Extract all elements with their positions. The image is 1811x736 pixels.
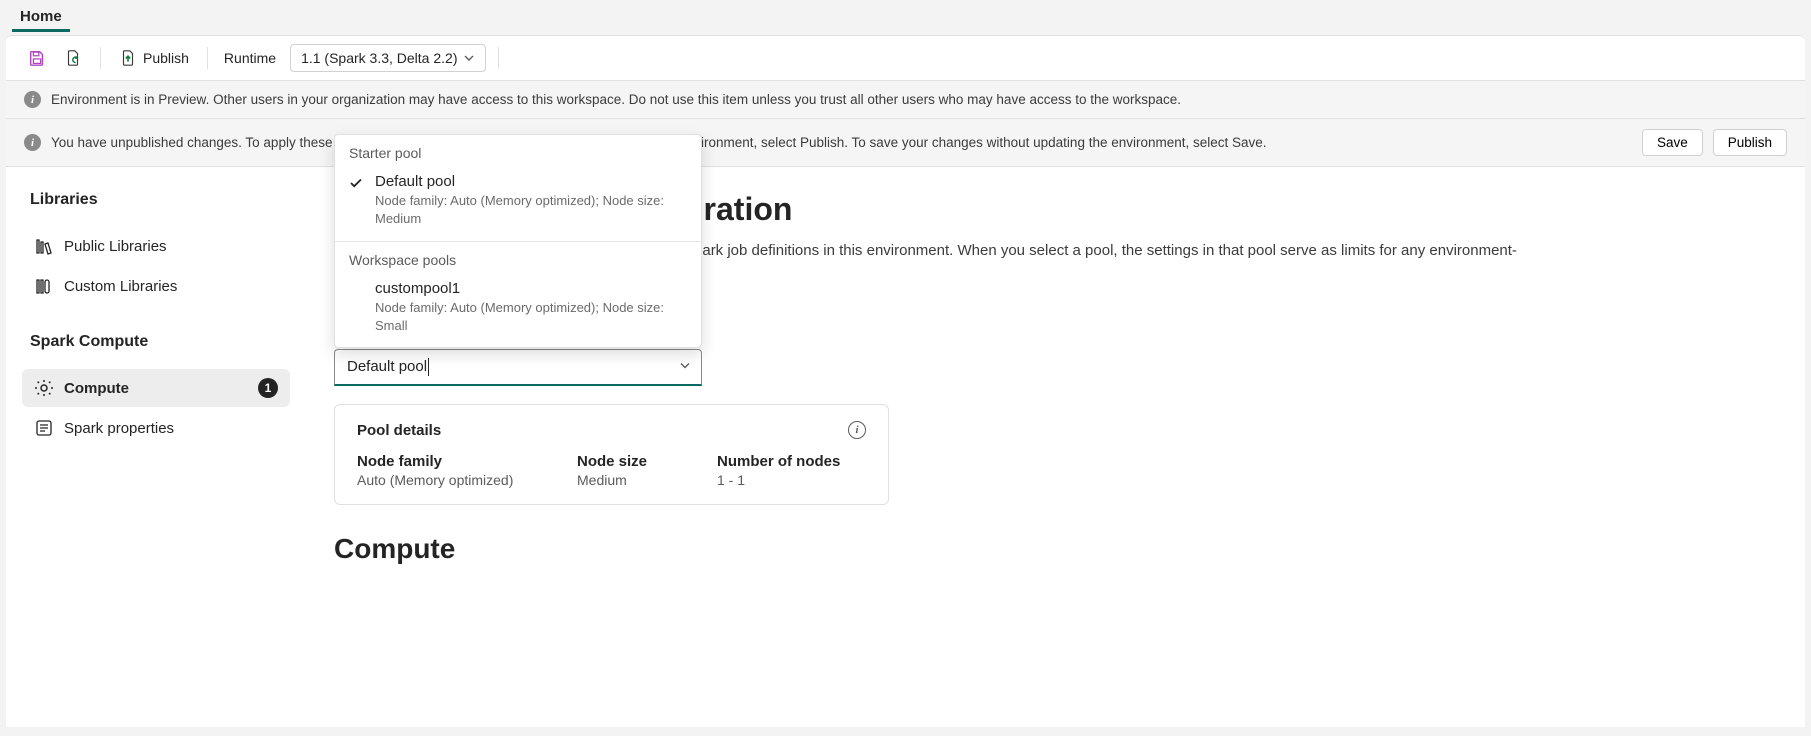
publish-label: Publish bbox=[143, 50, 189, 66]
pool-details-title: Pool details bbox=[357, 422, 848, 439]
dropdown-group-starter: Starter pool bbox=[335, 135, 701, 165]
node-size-value: Medium bbox=[577, 472, 677, 488]
dropdown-item-subtitle: Node family: Auto (Memory optimized); No… bbox=[375, 299, 687, 335]
pool-dropdown-list: Starter pool Default pool Node family: A… bbox=[334, 134, 702, 348]
toolbar-divider bbox=[498, 47, 499, 69]
runtime-value: 1.1 (Spark 3.3, Delta 2.2) bbox=[301, 50, 457, 66]
info-icon: i bbox=[24, 134, 41, 151]
banner-save-button[interactable]: Save bbox=[1642, 129, 1703, 156]
pool-select-wrap: Starter pool Default pool Node family: A… bbox=[334, 349, 702, 386]
unpublished-changes-banner: i You have unpublished changes. To apply… bbox=[6, 119, 1805, 167]
dropdown-group-workspace: Workspace pools bbox=[335, 242, 701, 272]
main: Libraries Public Libraries Custom Librar… bbox=[6, 167, 1805, 727]
toolbar-divider bbox=[100, 47, 101, 69]
window-tab-strip: Home bbox=[0, 0, 1811, 32]
node-size-label: Node size bbox=[577, 453, 677, 470]
preview-banner-text: Environment is in Preview. Other users i… bbox=[51, 92, 1787, 107]
public-libraries-icon bbox=[34, 236, 54, 256]
gear-icon bbox=[34, 378, 54, 398]
sidebar-item-label: Compute bbox=[64, 380, 129, 397]
pool-select-input[interactable]: Default pool bbox=[334, 349, 702, 386]
publish-arrow-icon bbox=[119, 49, 137, 67]
chevron-down-icon bbox=[463, 52, 475, 64]
save-floppy-icon bbox=[28, 49, 46, 67]
dropdown-item-custompool1[interactable]: custompool1 Node family: Auto (Memory op… bbox=[335, 272, 701, 347]
sidebar-item-spark-properties[interactable]: Spark properties bbox=[22, 409, 290, 447]
dropdown-item-default-pool[interactable]: Default pool Node family: Auto (Memory o… bbox=[335, 165, 701, 240]
num-nodes-value: 1 - 1 bbox=[717, 472, 847, 488]
node-family-label: Node family bbox=[357, 453, 537, 470]
sidebar-item-custom-libraries[interactable]: Custom Libraries bbox=[22, 267, 290, 305]
sidebar-item-compute[interactable]: Compute 1 bbox=[22, 369, 290, 407]
toolbar: Publish Runtime 1.1 (Spark 3.3, Delta 2.… bbox=[6, 35, 1805, 81]
runtime-dropdown[interactable]: 1.1 (Spark 3.3, Delta 2.2) bbox=[290, 44, 486, 72]
sidebar-item-label: Public Libraries bbox=[64, 238, 167, 255]
runtime-label: Runtime bbox=[220, 50, 280, 66]
sidebar-section-spark-compute: Spark Compute bbox=[30, 333, 290, 351]
dropdown-item-subtitle: Node family: Auto (Memory optimized); No… bbox=[375, 192, 687, 228]
compute-section-heading: Compute bbox=[334, 533, 1777, 565]
publish-button[interactable]: Publish bbox=[113, 45, 195, 71]
toolbar-divider bbox=[207, 47, 208, 69]
num-nodes-label: Number of nodes bbox=[717, 453, 847, 470]
node-family-value: Auto (Memory optimized) bbox=[357, 472, 537, 488]
info-icon[interactable]: i bbox=[848, 421, 866, 439]
custom-libraries-icon bbox=[34, 276, 54, 296]
content-pane: uration Spark job definitions in this en… bbox=[306, 167, 1805, 727]
unpublished-banner-text: You have unpublished changes. To apply t… bbox=[51, 135, 1632, 150]
discard-icon-button[interactable] bbox=[58, 45, 88, 71]
dropdown-item-title: Default pool bbox=[375, 173, 687, 190]
compute-changes-badge: 1 bbox=[258, 378, 278, 398]
sidebar-section-libraries: Libraries bbox=[30, 191, 290, 209]
save-icon-button[interactable] bbox=[22, 45, 52, 71]
chevron-down-icon bbox=[679, 359, 691, 376]
sidebar-item-label: Spark properties bbox=[64, 420, 174, 437]
preview-info-banner: i Environment is in Preview. Other users… bbox=[6, 81, 1805, 119]
info-icon: i bbox=[24, 91, 41, 108]
page-refresh-icon bbox=[64, 49, 82, 67]
pool-select-value: Default pool bbox=[347, 358, 429, 375]
sidebar-item-label: Custom Libraries bbox=[64, 278, 177, 295]
sidebar: Libraries Public Libraries Custom Librar… bbox=[6, 167, 306, 727]
sidebar-item-public-libraries[interactable]: Public Libraries bbox=[22, 227, 290, 265]
tab-home[interactable]: Home bbox=[12, 2, 70, 32]
pool-details-card: Pool details i Node family Auto (Memory … bbox=[334, 404, 889, 505]
dropdown-item-title: custompool1 bbox=[375, 280, 687, 297]
check-icon bbox=[349, 173, 367, 193]
list-icon bbox=[34, 418, 54, 438]
banner-publish-button[interactable]: Publish bbox=[1713, 129, 1787, 156]
